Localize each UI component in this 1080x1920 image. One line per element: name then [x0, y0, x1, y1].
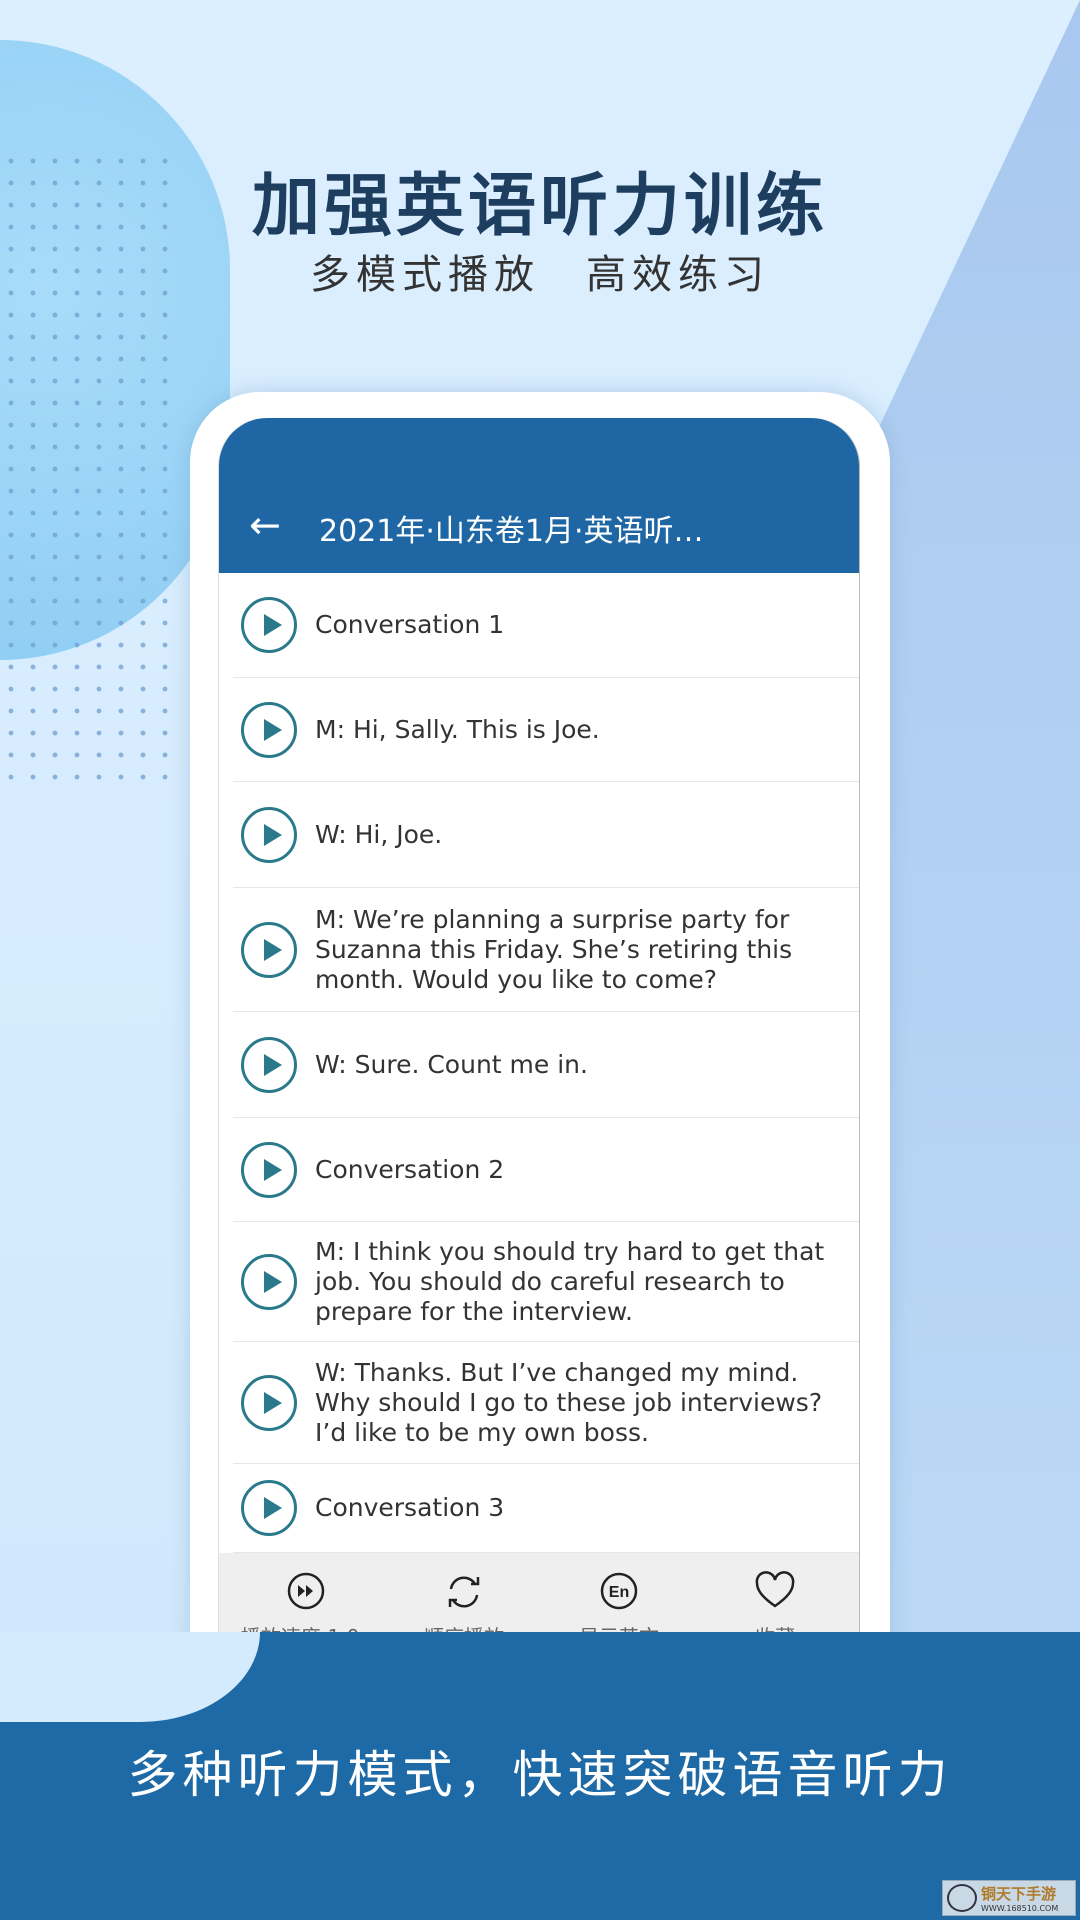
phone-screen: ← 2021年·山东卷1月·英语听… Conversation 1 M: Hi, … [218, 418, 860, 1668]
promo-title: 加强英语听力训练 [251, 167, 828, 246]
heart-icon [705, 1571, 845, 1615]
play-icon[interactable] [241, 1253, 297, 1310]
sentence-text: W: Thanks. But I’ve changed my mind. Why… [315, 1357, 823, 1447]
header-title: 2021年·山东卷1月·英语听… [319, 514, 704, 549]
list-item[interactable]: W: Hi, Joe. [233, 782, 859, 888]
english-icon: En [549, 1571, 689, 1615]
sentence-text: W: Hi, Joe. [315, 819, 443, 849]
sentence-text: Conversation 1 [315, 610, 505, 639]
list-item[interactable]: W: Thanks. But I’ve changed my mind. Why… [233, 1342, 859, 1464]
arrow-left-icon[interactable]: ← [249, 503, 281, 547]
app-header: ← 2021年·山东卷1月·英语听… [219, 418, 859, 573]
list-item[interactable]: M: I think you should try hard to get th… [233, 1222, 859, 1342]
play-icon[interactable] [241, 597, 297, 653]
play-icon[interactable] [241, 1480, 297, 1536]
play-icon[interactable] [241, 1141, 297, 1198]
svg-text:En: En [609, 1584, 629, 1601]
watermark-logo: 铜天下手游 WWW.168510.COM [942, 1880, 1076, 1916]
sentence-text: M: I think you should try hard to get th… [315, 1236, 825, 1326]
list-item[interactable]: M: We’re planning a surprise party for S… [233, 888, 859, 1012]
fast-forward-icon [236, 1571, 376, 1615]
play-icon[interactable] [241, 1374, 297, 1431]
list-item[interactable]: Conversation 1 [233, 573, 859, 678]
play-icon[interactable] [241, 701, 297, 758]
promo-slogan: 多种听力模式，快速突破语音听力 [127, 1746, 953, 1804]
list-item[interactable]: Conversation 3 [233, 1464, 859, 1553]
sentence-text: Conversation 2 [315, 1154, 505, 1184]
play-icon[interactable] [241, 921, 297, 978]
sentence-text: M: We’re planning a surprise party for S… [315, 904, 793, 994]
sentence-text: M: Hi, Sally. This is Joe. [315, 714, 600, 744]
play-icon[interactable] [241, 806, 297, 863]
repeat-icon [394, 1571, 534, 1615]
sentence-text: Conversation 3 [315, 1493, 505, 1522]
list-item[interactable]: Conversation 2 [233, 1118, 859, 1222]
promo-subtitle: 多模式播放 高效练习 [310, 252, 770, 298]
list-item[interactable]: W: Sure. Count me in. [233, 1012, 859, 1118]
play-icon[interactable] [241, 1036, 297, 1093]
list-item[interactable]: M: Hi, Sally. This is Joe. [233, 678, 859, 782]
sentence-text: W: Sure. Count me in. [315, 1049, 588, 1079]
